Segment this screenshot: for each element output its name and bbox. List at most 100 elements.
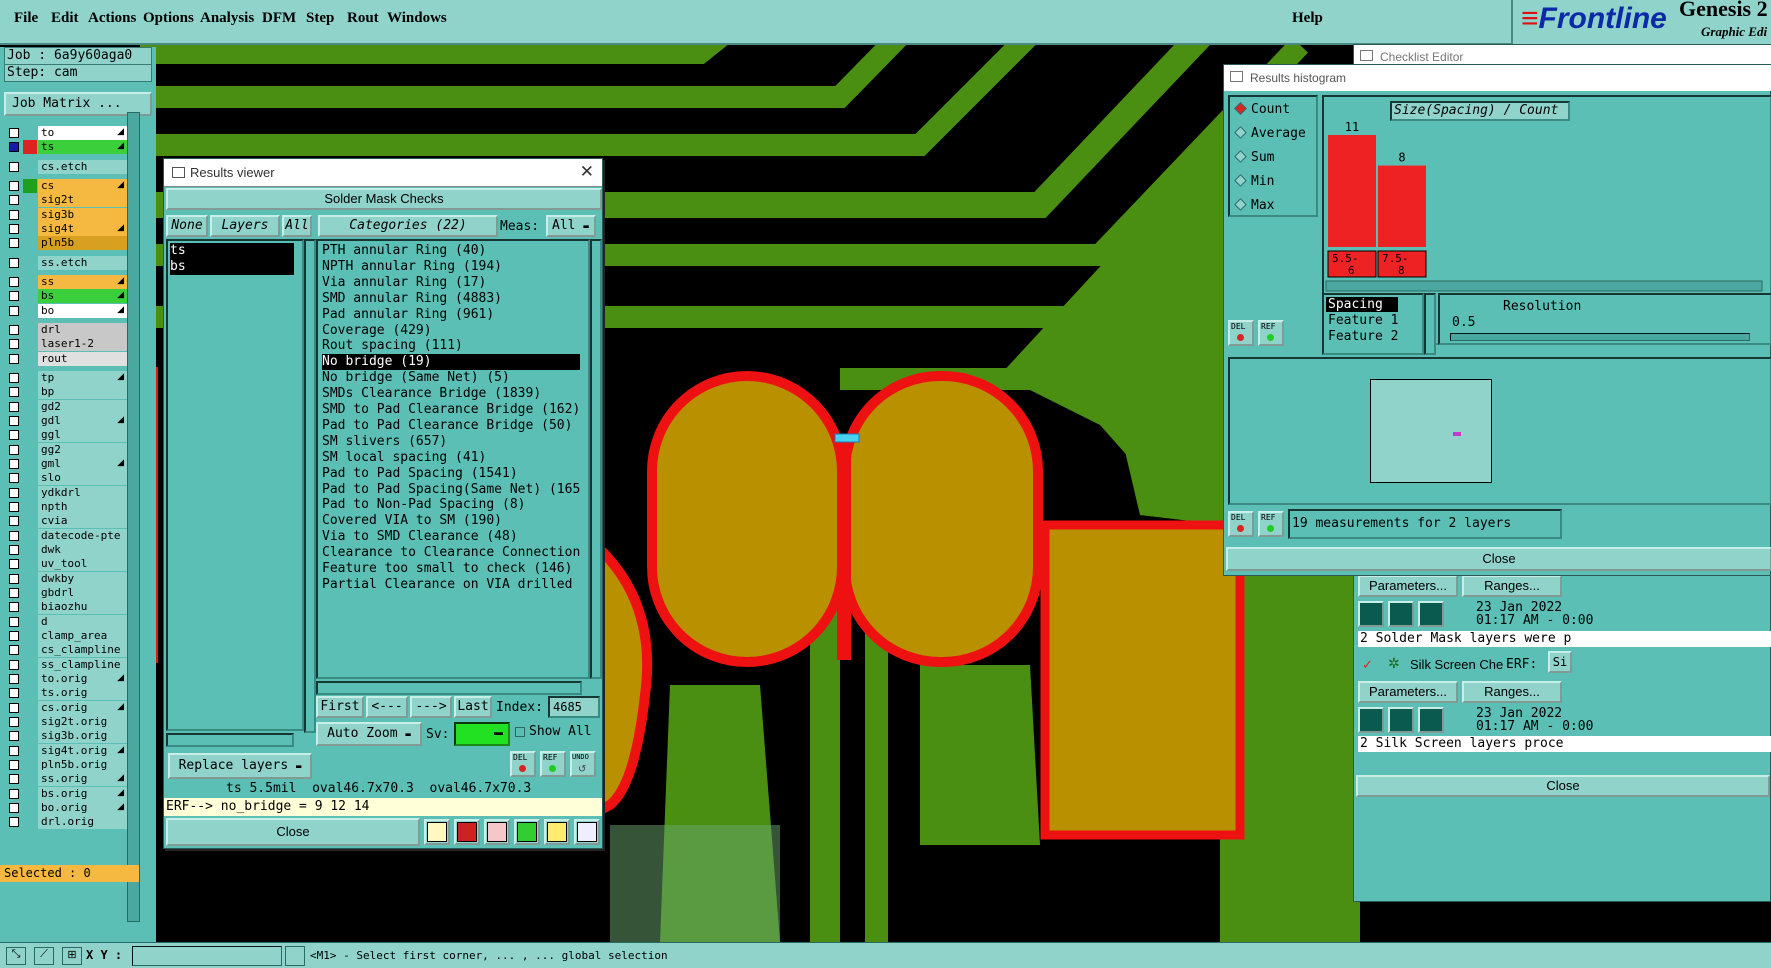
mode-sum[interactable]: Sum [1234, 150, 1274, 165]
layer-row-ss[interactable]: ss ◢ [4, 274, 127, 289]
category-item[interactable]: Pad to Pad Spacing(Same Net) (165 [322, 482, 580, 498]
layer-row-ydkdrl[interactable]: ydkdrl [4, 485, 127, 500]
histogram-bar[interactable] [1378, 165, 1426, 247]
meas-dropdown[interactable]: All ▬ [546, 215, 596, 237]
index-input[interactable]: 4685 [548, 696, 600, 718]
layer-checkbox[interactable] [9, 473, 19, 484]
menu-dfm[interactable]: DFM [262, 10, 296, 27]
layer-checkbox[interactable] [9, 238, 19, 249]
layer-row-sig3b.orig[interactable]: sig3b.orig [4, 729, 127, 744]
mode-toggle[interactable] [285, 946, 305, 966]
layer-name[interactable]: sig2t [38, 193, 127, 208]
tool-icon-5[interactable] [544, 819, 570, 845]
layer-checkbox[interactable] [9, 817, 19, 828]
layer-name[interactable]: gbdrl [38, 585, 127, 600]
mode-count[interactable]: Count [1234, 102, 1290, 117]
layer-checkbox[interactable] [9, 616, 19, 627]
layer-row-gdl[interactable]: gdl ◢ [4, 413, 127, 428]
layer-row-sig2t[interactable]: sig2t [4, 193, 127, 208]
layer-name[interactable]: dwk [38, 542, 127, 557]
layer-row-cs_clampline[interactable]: cs_clampline [4, 643, 127, 658]
layer-name[interactable]: uv_tool [38, 557, 127, 572]
category-item[interactable]: Pad to Pad Clearance Bridge (50) [322, 418, 572, 434]
layer-checkbox[interactable] [9, 702, 19, 713]
layer-row-slo[interactable]: slo [4, 471, 127, 486]
layer-row-bo[interactable]: bo ◢ [4, 303, 127, 318]
layer-checkbox[interactable] [9, 257, 19, 268]
layer-row-gml[interactable]: gml ◢ [4, 456, 127, 471]
layer-checkbox[interactable] [9, 731, 19, 742]
sv-color-dropdown[interactable]: ▬ [454, 722, 510, 746]
layer-checkbox[interactable] [9, 544, 19, 555]
layer-name[interactable]: pln5b [38, 236, 127, 251]
layer-row-pln5b[interactable]: pln5b [4, 236, 127, 251]
layer-checkbox[interactable] [9, 209, 19, 220]
layer-name[interactable]: npth [38, 499, 127, 514]
layer-row-rout[interactable]: rout [4, 351, 127, 366]
layer-name[interactable]: to.orig [38, 671, 127, 686]
layer-list-scrollbar[interactable] [127, 112, 140, 922]
category-item[interactable]: Pad to Pad Spacing (1541) [322, 466, 518, 482]
categories-button[interactable]: Categories (22) [318, 215, 498, 237]
layer-name[interactable]: ts [38, 140, 127, 155]
layer-checkbox[interactable] [9, 291, 19, 302]
layer-row-uv_tool[interactable]: uv_tool [4, 557, 127, 572]
layer-row-ss.orig[interactable]: ss.orig ◢ [4, 772, 127, 787]
layer-row-bs.orig[interactable]: bs.orig ◢ [4, 786, 127, 801]
categories-list[interactable]: PTH annular Ring (40) NPTH annular Ring (… [316, 239, 590, 679]
select-tool-icon[interactable]: ⤡ [6, 947, 26, 965]
layer-row-sig2t.orig[interactable]: sig2t.orig [4, 714, 127, 729]
category-item[interactable]: Feature too small to check (146) [322, 561, 572, 577]
layer-checkbox[interactable] [9, 559, 19, 570]
del-button[interactable]: DEL [510, 751, 536, 777]
menu-actions[interactable]: Actions [88, 10, 136, 27]
layer-checkbox[interactable] [9, 458, 19, 469]
layer-checkbox[interactable] [9, 716, 19, 727]
layers-hscrollbar[interactable] [166, 733, 294, 747]
grid-tool-icon[interactable]: ⊞ [62, 947, 82, 965]
layer-name[interactable]: tp [38, 370, 127, 385]
menu-help[interactable]: Help [1292, 10, 1323, 27]
hist-del-button-1[interactable]: DEL [1228, 320, 1254, 346]
hist-ref-button-1[interactable]: REF [1258, 320, 1284, 346]
layer-name[interactable]: slo [38, 471, 127, 486]
layer-row-to[interactable]: to ◢ [4, 126, 127, 140]
layer-name[interactable]: sig4t.orig [38, 743, 127, 758]
run-icon-4[interactable] [1358, 707, 1384, 733]
layer-row-bp[interactable]: bp [4, 385, 127, 400]
layer-name[interactable]: drl [38, 322, 127, 337]
layer-name[interactable]: ts.orig [38, 686, 127, 701]
layer-row-ts[interactable]: ts ◢ [4, 140, 127, 155]
close-button[interactable]: Close [166, 818, 420, 846]
show-all-checkbox[interactable] [515, 727, 525, 737]
layer-name[interactable]: cs_clampline [38, 643, 127, 658]
category-item[interactable]: SM slivers (657) [322, 434, 447, 450]
feature2-item[interactable]: Feature 2 [1328, 329, 1398, 344]
layer-checkbox[interactable] [9, 688, 19, 699]
layer-checkbox[interactable] [9, 180, 19, 191]
layer-item-bs[interactable]: bs [170, 259, 294, 275]
layer-name[interactable]: gg2 [38, 442, 127, 457]
layer-row-cs[interactable]: cs ◢ [4, 178, 127, 193]
layers-vscrollbar[interactable] [304, 239, 316, 733]
parameters-button-1[interactable]: Parameters... [1358, 575, 1458, 597]
tool-icon-4[interactable] [514, 819, 540, 845]
last-button[interactable]: Last [454, 696, 492, 718]
category-item[interactable]: SMDs Clearance Bridge (1839) [322, 386, 541, 402]
layer-checkbox[interactable] [9, 673, 19, 684]
menu-file[interactable]: File [14, 10, 38, 27]
layer-checkbox[interactable] [9, 372, 19, 383]
layer-row-gd2[interactable]: gd2 [4, 399, 127, 414]
layer-checkbox[interactable] [9, 645, 19, 656]
ranges-button-1[interactable]: Ranges... [1462, 575, 1562, 597]
close-icon[interactable]: ✕ [580, 162, 594, 182]
layer-checkbox[interactable] [9, 802, 19, 813]
layer-name[interactable]: cs.etch [38, 159, 127, 174]
layer-checkbox[interactable] [9, 530, 19, 541]
layer-name[interactable]: to [38, 126, 127, 140]
layer-name[interactable]: drl.orig [38, 815, 127, 830]
categories-hscrollbar[interactable] [316, 681, 582, 695]
layer-checkbox[interactable] [9, 630, 19, 641]
feature-list-scrollbar[interactable] [1424, 293, 1436, 355]
layer-checkbox[interactable] [9, 487, 19, 498]
